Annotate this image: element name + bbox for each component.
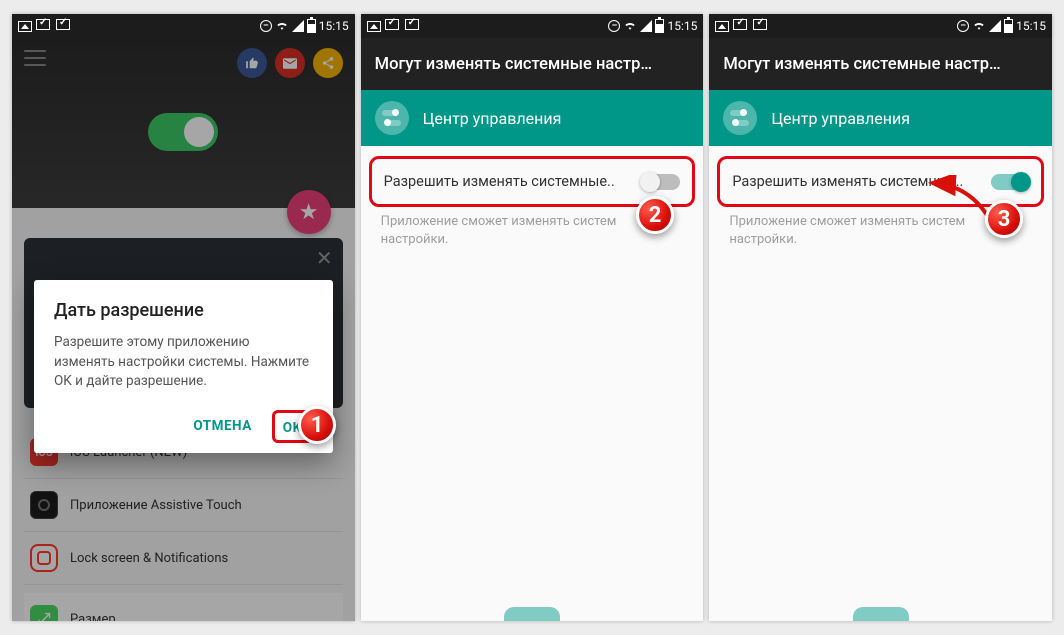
step-badge-3: 3 bbox=[985, 200, 1023, 238]
permission-dialog: Дать разрешение Разрешите этому приложен… bbox=[34, 280, 333, 453]
gallery-icon bbox=[367, 21, 381, 32]
permission-label: Разрешить изменять системные.. bbox=[384, 173, 631, 190]
nav-pill bbox=[853, 607, 909, 621]
nav-pill bbox=[504, 607, 560, 621]
control-center-icon bbox=[375, 101, 409, 135]
clock: 15:15 bbox=[667, 19, 697, 33]
signal-icon bbox=[640, 20, 652, 32]
battery-icon bbox=[307, 19, 316, 33]
app-row: Центр управления bbox=[361, 90, 704, 146]
download-done-icon bbox=[56, 19, 72, 33]
status-bar: – 15:15 bbox=[361, 14, 704, 38]
dnd-icon: – bbox=[957, 20, 969, 32]
page-title: Могут изменять системные настр… bbox=[709, 38, 1052, 90]
app-row: Центр управления bbox=[709, 90, 1052, 146]
status-bar: – 15:15 bbox=[709, 14, 1052, 38]
gallery-icon bbox=[18, 21, 32, 32]
permission-toggle-on[interactable] bbox=[991, 174, 1029, 190]
signal-icon bbox=[989, 20, 1001, 32]
permission-label: Разрешить изменять системные.. bbox=[732, 173, 979, 190]
app-name: Центр управления bbox=[423, 109, 562, 128]
dialog-message: Разрешите этому приложению изменять наст… bbox=[54, 333, 313, 392]
screenshot-2: – 15:15 Могут изменять системные настр… … bbox=[361, 14, 704, 621]
step-badge-2: 2 bbox=[636, 196, 674, 234]
gallery-icon bbox=[715, 21, 729, 32]
download-done-icon bbox=[36, 19, 52, 33]
app-name: Центр управления bbox=[771, 109, 910, 128]
permission-toggle-off[interactable] bbox=[642, 174, 680, 190]
cancel-button[interactable]: ОТМЕНА bbox=[183, 410, 261, 442]
download-done-icon bbox=[753, 19, 769, 33]
screenshot-3: – 15:15 Могут изменять системные настр… … bbox=[709, 14, 1052, 621]
clock: 15:15 bbox=[1016, 19, 1046, 33]
wifi-icon bbox=[972, 19, 986, 33]
dnd-icon: – bbox=[608, 20, 620, 32]
control-center-icon bbox=[723, 101, 757, 135]
status-bar: – 15:15 bbox=[12, 14, 355, 38]
download-done-icon bbox=[385, 19, 401, 33]
dialog-title: Дать разрешение bbox=[54, 300, 313, 321]
signal-icon bbox=[292, 20, 304, 32]
screenshot-1: – 15:15 ★ ✕ bbox=[12, 14, 355, 621]
page-title: Могут изменять системные настр… bbox=[361, 38, 704, 90]
download-done-icon bbox=[733, 19, 749, 33]
dnd-icon: – bbox=[260, 20, 272, 32]
battery-icon bbox=[655, 19, 664, 33]
wifi-icon bbox=[275, 19, 289, 33]
wifi-icon bbox=[623, 19, 637, 33]
battery-icon bbox=[1004, 19, 1013, 33]
download-done-icon bbox=[405, 19, 421, 33]
clock: 15:15 bbox=[319, 19, 349, 33]
step-badge-1: 1 bbox=[298, 406, 336, 444]
permission-row-highlight: Разрешить изменять системные.. bbox=[717, 156, 1044, 207]
